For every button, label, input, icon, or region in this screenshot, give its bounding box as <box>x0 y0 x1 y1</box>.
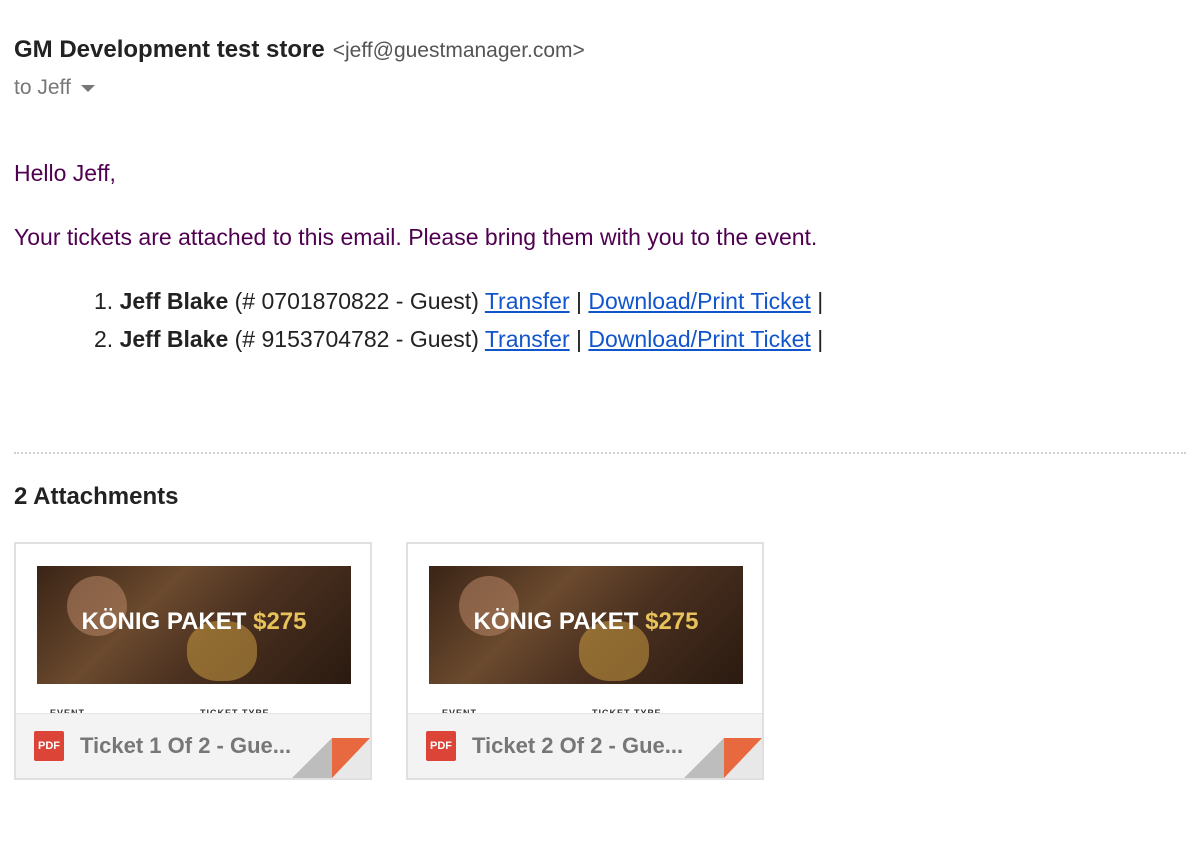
caret-down-icon[interactable] <box>80 84 95 92</box>
download-print-ticket-link[interactable]: Download/Print Ticket <box>588 326 810 352</box>
recipient-line[interactable]: to Jeff <box>14 76 585 100</box>
link-separator: | <box>576 288 582 314</box>
attachment-name: Ticket 1 Of 2 - Gue... <box>80 733 292 758</box>
pdf-icon: PDF <box>34 731 64 761</box>
thumbnail-title: KÖNIG PAKET <box>81 608 247 635</box>
link-separator: | <box>817 326 824 352</box>
ticket-thumbnail: KÖNIG PAKET $275 <box>429 566 743 684</box>
attachment-card[interactable]: KÖNIG PAKET $275 EVENT TICKET TYPE PDF T… <box>14 542 372 780</box>
link-separator: | <box>576 326 582 352</box>
sender-name[interactable]: GM Development test store <box>14 36 325 64</box>
pdf-icon: PDF <box>426 731 456 761</box>
ticket-list: 1. Jeff Blake (# 0701870822 - Guest) Tra… <box>94 286 823 362</box>
ticket-holder-name: Jeff Blake <box>119 288 229 314</box>
download-print-ticket-link[interactable]: Download/Print Ticket <box>588 288 810 314</box>
email-header: GM Development test store <jeff@guestman… <box>14 36 585 100</box>
thumbnail-caption: KÖNIG PAKET $275 <box>37 608 351 636</box>
greeting-text: Hello Jeff, <box>14 160 116 186</box>
attachment-card[interactable]: KÖNIG PAKET $275 EVENT TICKET TYPE PDF T… <box>406 542 764 780</box>
transfer-link[interactable]: Transfer <box>485 326 570 352</box>
ticket-thumbnail: KÖNIG PAKET $275 <box>37 566 351 684</box>
thumbnail-price: $275 <box>645 608 699 635</box>
ticket-detail: (# 9153704782 - Guest) <box>228 326 485 352</box>
link-separator: | <box>817 288 824 314</box>
ticket-detail: (# 0701870822 - Guest) <box>228 288 485 314</box>
thumbnail-title: KÖNIG PAKET <box>473 608 639 635</box>
recipient-label: to Jeff <box>14 76 71 99</box>
ticket-item: 2. Jeff Blake (# 9153704782 - Guest) Tra… <box>94 324 823 362</box>
attachments-divider <box>14 452 1186 454</box>
attachment-name: Ticket 2 Of 2 - Gue... <box>472 733 684 758</box>
transfer-link[interactable]: Transfer <box>485 288 570 314</box>
attachments-title: 2 Attachments <box>14 483 179 510</box>
thumbnail-caption: KÖNIG PAKET $275 <box>429 608 743 636</box>
intro-text: Your tickets are attached to this email.… <box>14 224 818 250</box>
sender-email[interactable]: <jeff@guestmanager.com> <box>333 39 585 63</box>
page-curl-icon <box>684 738 762 778</box>
ticket-item: 1. Jeff Blake (# 0701870822 - Guest) Tra… <box>94 286 823 324</box>
ticket-number: 1. <box>94 288 114 314</box>
thumbnail-price: $275 <box>253 608 307 635</box>
sender-line: GM Development test store <jeff@guestman… <box>14 36 585 64</box>
ticket-number: 2. <box>94 326 114 352</box>
page-curl-icon <box>292 738 370 778</box>
ticket-holder-name: Jeff Blake <box>119 326 229 352</box>
